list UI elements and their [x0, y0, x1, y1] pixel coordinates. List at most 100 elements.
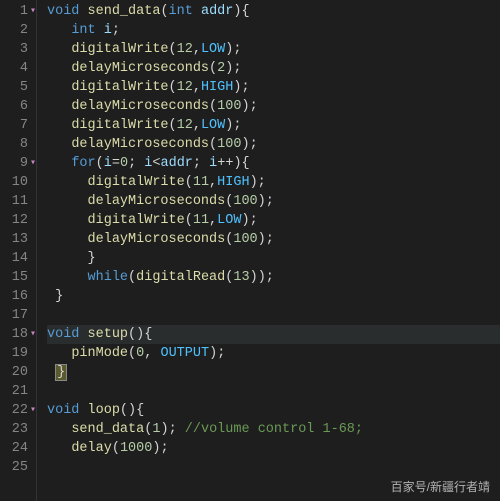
token-num: 1000 [120, 441, 152, 456]
token-ident: addr [161, 156, 193, 171]
token-op [47, 422, 71, 437]
code-line[interactable]: void setup(){ [47, 325, 500, 344]
code-line[interactable]: delay(1000); [47, 439, 500, 458]
code-line[interactable]: } [47, 249, 500, 268]
code-line[interactable]: digitalWrite(12,LOW); [47, 40, 500, 59]
token-num: 100 [233, 232, 257, 247]
token-num: 12 [177, 118, 193, 133]
code-line[interactable] [47, 458, 500, 477]
code-line[interactable] [47, 306, 500, 325]
token-fn: digitalWrite [88, 175, 185, 190]
token-pun: ( [169, 42, 177, 57]
code-line[interactable]: digitalWrite(12,LOW); [47, 116, 500, 135]
token-op [177, 422, 185, 437]
token-fn: digitalWrite [88, 213, 185, 228]
token-op [96, 23, 104, 38]
code-line[interactable]: delayMicroseconds(100); [47, 135, 500, 154]
fold-marker-icon[interactable]: ▾ [30, 2, 36, 21]
line-number: 3 [4, 40, 28, 59]
token-pun: ) [250, 175, 258, 190]
line-number: 22▾ [4, 401, 28, 420]
token-fn: loop [88, 403, 120, 418]
fold-marker-icon[interactable]: ▾ [30, 325, 36, 344]
code-line[interactable]: delayMicroseconds(2); [47, 59, 500, 78]
token-type: int [169, 4, 193, 19]
token-pun: ; [193, 156, 201, 171]
code-line[interactable]: digitalWrite(12,HIGH); [47, 78, 500, 97]
code-area[interactable]: void send_data(int addr){ int i; digital… [37, 0, 500, 501]
line-number: 16 [4, 287, 28, 306]
code-line[interactable]: digitalWrite(11,LOW); [47, 211, 500, 230]
token-pun: ; [233, 61, 241, 76]
code-line[interactable] [47, 382, 500, 401]
token-pun: ; [250, 99, 258, 114]
token-op [47, 42, 71, 57]
token-fn: digitalWrite [71, 80, 168, 95]
token-op [47, 118, 71, 133]
token-const: LOW [217, 213, 241, 228]
token-kw: void [47, 327, 79, 342]
line-number: 11 [4, 192, 28, 211]
token-op [79, 403, 87, 418]
token-num: 11 [193, 175, 209, 190]
token-fn: send_data [71, 422, 144, 437]
token-pun: ; [266, 270, 274, 285]
watermark: 百家号/新疆行者靖 [391, 478, 490, 495]
token-num: 11 [193, 213, 209, 228]
code-line[interactable]: delayMicroseconds(100); [47, 192, 500, 211]
token-num: 13 [233, 270, 249, 285]
token-pun: ; [128, 156, 136, 171]
token-op: < [152, 156, 160, 171]
code-line[interactable]: send_data(1); //volume control 1-68; [47, 420, 500, 439]
token-pun: { [136, 403, 144, 418]
token-op [47, 251, 88, 266]
code-line[interactable]: delayMicroseconds(100); [47, 230, 500, 249]
code-editor[interactable]: 1▾23456789▾101112131415161718▾19202122▾2… [0, 0, 500, 501]
fold-marker-icon[interactable]: ▾ [30, 401, 36, 420]
token-pun: } [55, 289, 63, 304]
token-fn: send_data [88, 4, 161, 19]
token-pun: { [241, 4, 249, 19]
token-pun: ) [258, 194, 266, 209]
code-line[interactable]: delayMicroseconds(100); [47, 97, 500, 116]
code-line[interactable]: digitalWrite(11,HIGH); [47, 173, 500, 192]
token-pun: ( [169, 80, 177, 95]
token-const: OUTPUT [160, 346, 209, 361]
token-op [47, 61, 71, 76]
token-fn: delayMicroseconds [71, 137, 209, 152]
line-number: 8 [4, 135, 28, 154]
fold-marker-icon[interactable]: ▾ [30, 154, 36, 173]
token-pun: ( [112, 441, 120, 456]
code-line[interactable]: while(digitalRead(13)); [47, 268, 500, 287]
token-num: 12 [177, 80, 193, 95]
token-op: = [112, 156, 120, 171]
token-kw: for [71, 156, 95, 171]
code-line[interactable]: void send_data(int addr){ [47, 2, 500, 21]
token-pun: ( [209, 99, 217, 114]
code-line[interactable]: void loop(){ [47, 401, 500, 420]
token-pun: ; [160, 441, 168, 456]
token-op [47, 270, 88, 285]
token-pun: ) [258, 270, 266, 285]
token-pun: ; [250, 213, 258, 228]
token-fn: delayMicroseconds [71, 99, 209, 114]
line-number: 20 [4, 363, 28, 382]
token-op [79, 327, 87, 342]
token-pun: } [88, 251, 96, 266]
code-line[interactable]: pinMode(0, OUTPUT); [47, 344, 500, 363]
token-const: LOW [201, 42, 225, 57]
line-number: 10 [4, 173, 28, 192]
code-line[interactable]: } [47, 287, 500, 306]
line-number: 15 [4, 268, 28, 287]
token-type: int [71, 23, 95, 38]
token-pun: ( [128, 327, 136, 342]
code-line[interactable]: int i; [47, 21, 500, 40]
token-pun: ; [258, 175, 266, 190]
code-line[interactable]: for(i=0; i<addr; i++){ [47, 154, 500, 173]
token-pun: ; [241, 80, 249, 95]
line-number: 12 [4, 211, 28, 230]
token-op [47, 23, 71, 38]
token-num: 100 [217, 137, 241, 152]
token-op [79, 4, 87, 19]
code-line[interactable]: } [47, 363, 500, 382]
